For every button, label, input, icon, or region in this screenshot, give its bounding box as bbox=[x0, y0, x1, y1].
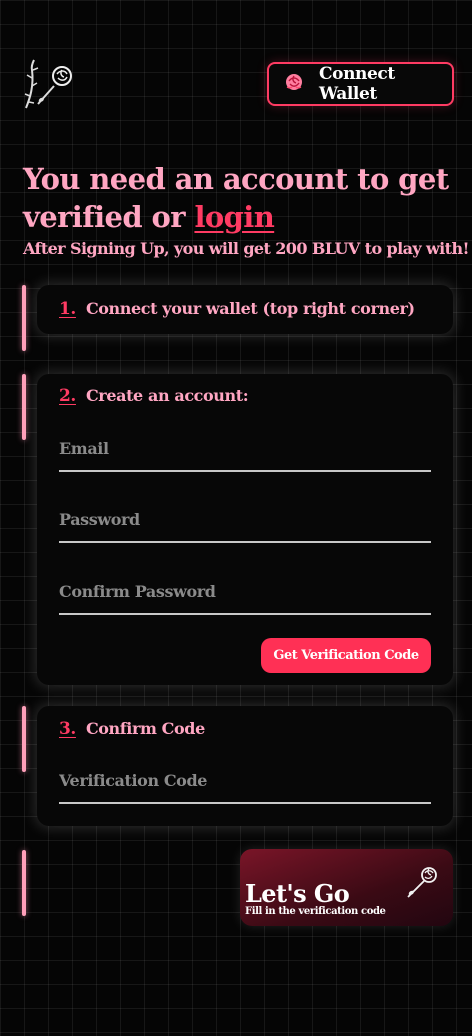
rose-logo-icon[interactable] bbox=[20, 56, 76, 112]
password-input[interactable] bbox=[59, 501, 431, 541]
step-3-number: 3. bbox=[59, 719, 76, 739]
connect-wallet-button[interactable]: Connect Wallet bbox=[267, 62, 454, 106]
step-1-label: Connect your wallet (top right corner) bbox=[85, 299, 415, 318]
connect-wallet-label: Connect Wallet bbox=[319, 64, 395, 104]
page-heading: You need an account to get verified or l… bbox=[23, 160, 463, 236]
rose-icon bbox=[283, 71, 305, 97]
lets-go-button[interactable]: Let's Go Fill in the verification code bbox=[240, 849, 453, 926]
verification-code-field[interactable] bbox=[59, 762, 431, 804]
step-4-rail bbox=[22, 850, 26, 916]
lets-go-title: Let's Go bbox=[245, 879, 350, 908]
step-1-title: 1. Connect your wallet (top right corner… bbox=[59, 299, 415, 319]
step-2-number: 2. bbox=[59, 386, 76, 406]
rose-icon bbox=[404, 863, 440, 899]
step-1-rail bbox=[22, 285, 26, 351]
get-verification-code-button[interactable]: Get Verification Code bbox=[261, 638, 431, 673]
step-3-label: Confirm Code bbox=[85, 719, 205, 738]
step-3-card: 3. Confirm Code bbox=[37, 706, 453, 826]
page-subheading: After Signing Up, you will get 200 BLUV … bbox=[23, 239, 470, 258]
step-2-title: 2. Create an account: bbox=[59, 386, 249, 406]
confirm-password-field[interactable] bbox=[59, 573, 431, 615]
step-2-label: Create an account: bbox=[85, 386, 249, 405]
step-3-title: 3. Confirm Code bbox=[59, 719, 205, 739]
password-field[interactable] bbox=[59, 501, 431, 543]
email-field[interactable] bbox=[59, 430, 431, 472]
step-2-card: 2. Create an account: Get Verification C… bbox=[37, 374, 453, 685]
login-link[interactable]: login bbox=[194, 200, 274, 234]
email-input[interactable] bbox=[59, 430, 431, 470]
verification-code-input[interactable] bbox=[59, 762, 431, 802]
lets-go-subtitle: Fill in the verification code bbox=[245, 906, 386, 917]
step-2-rail bbox=[22, 374, 26, 440]
step-1-number: 1. bbox=[59, 299, 76, 319]
step-3-rail bbox=[22, 706, 26, 772]
step-1-card: 1. Connect your wallet (top right corner… bbox=[37, 285, 453, 334]
confirm-password-input[interactable] bbox=[59, 573, 431, 613]
